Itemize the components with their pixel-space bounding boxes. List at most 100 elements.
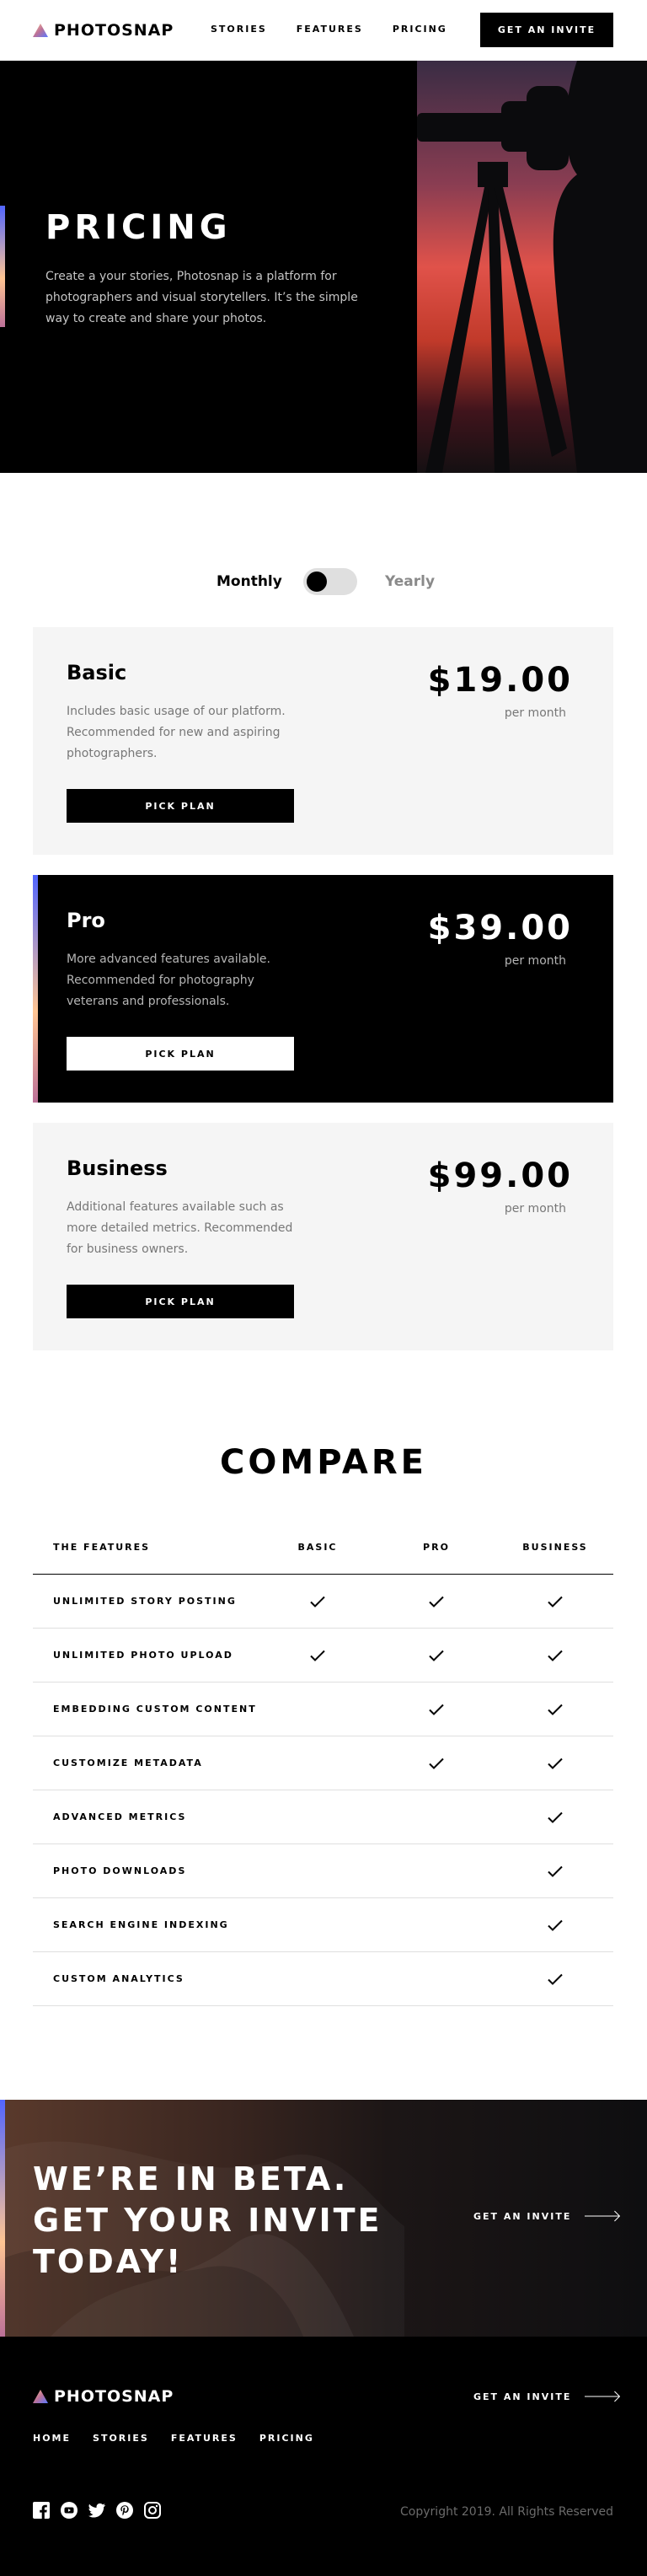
check-icon [310, 1650, 325, 1661]
plan-card-basic: Basic Includes basic usage of our platfo… [33, 627, 613, 855]
pick-plan-button[interactable]: PICK PLAN [67, 1037, 294, 1071]
header-basic: BASIC [297, 1541, 338, 1553]
twitter-icon[interactable] [88, 2502, 105, 2519]
toggle-label-yearly[interactable]: Yearly [385, 573, 435, 590]
cell-basic [275, 1844, 360, 1897]
footer-link-home[interactable]: HOME [33, 2433, 71, 2444]
cell-basic [275, 1952, 360, 2005]
card-accent-bar [33, 875, 38, 1103]
feature-name: ADVANCED METRICS [53, 1811, 187, 1822]
table-body: UNLIMITED STORY POSTING UNLIMITED PHOTO U… [33, 1575, 613, 2006]
beta-invite-label: GET AN INVITE [473, 2210, 572, 2222]
plan-card-business: Business Additional features available s… [33, 1123, 613, 1350]
plan-period: per month [504, 954, 566, 968]
cell-pro [394, 1844, 479, 1897]
beta-headline: WE’RE IN BETA. GET YOUR INVITE TODAY! [33, 2159, 387, 2283]
plan-description: More advanced features available. Recomm… [67, 953, 270, 1008]
check-icon [548, 1704, 563, 1715]
feature-name: SEARCH ENGINE INDEXING [53, 1919, 229, 1930]
nav-link-features[interactable]: FEATURES [297, 24, 363, 35]
logo-triangle-icon [33, 24, 48, 37]
brand-logo[interactable]: PHOTOSNAP [33, 21, 174, 40]
nav-link-pricing[interactable]: PRICING [393, 24, 447, 35]
cell-basic [275, 1898, 360, 1951]
check-icon [548, 1973, 563, 1985]
plan-card-pro: Pro More advanced features available. Re… [33, 875, 613, 1103]
header-pro: PRO [423, 1541, 450, 1553]
plan-name: Business [67, 1157, 168, 1180]
hero-photographer-image [417, 61, 647, 473]
table-row: PHOTO DOWNLOADS [33, 1844, 613, 1898]
toggle-label-monthly[interactable]: Monthly [217, 573, 282, 590]
plan-name: Basic [67, 661, 127, 684]
arrow-right-icon [585, 2391, 621, 2402]
pinterest-icon[interactable] [116, 2502, 133, 2519]
cell-pro [394, 1682, 479, 1736]
check-icon [429, 1704, 444, 1715]
cell-business [513, 1629, 597, 1682]
get-invite-button[interactable]: GET AN INVITE [480, 13, 613, 47]
feature-name: UNLIMITED STORY POSTING [53, 1596, 237, 1607]
feature-name: EMBEDDING CUSTOM CONTENT [53, 1704, 257, 1715]
cell-pro [394, 1952, 479, 2005]
hero-description: Create a your stories, Photosnap is a pl… [45, 270, 358, 325]
plan-description: Additional features available such as mo… [67, 1200, 293, 1256]
cell-business [513, 1898, 597, 1951]
nav-link-stories[interactable]: STORIES [211, 24, 267, 35]
top-nav: PHOTOSNAP STORIES FEATURES PRICING GET A… [0, 0, 647, 61]
copyright-text: Copyright 2019. All Rights Reserved [400, 2505, 613, 2519]
footer-link-stories[interactable]: STORIES [93, 2433, 149, 2444]
billing-toggle: Monthly Yearly [0, 566, 647, 597]
cell-pro [394, 1736, 479, 1790]
pick-plan-button[interactable]: PICK PLAN [67, 789, 294, 823]
cell-pro [394, 1575, 479, 1628]
beta-accent-bar [0, 2100, 5, 2337]
pick-plan-button[interactable]: PICK PLAN [67, 1285, 294, 1318]
table-header: THE FEATURES BASIC PRO BUSINESS [33, 1529, 613, 1575]
footer-logo[interactable]: PHOTOSNAP [33, 2387, 174, 2406]
table-row: CUSTOM ANALYTICS [33, 1952, 613, 2006]
plan-price: $39.00 [427, 909, 573, 947]
footer-link-pricing[interactable]: PRICING [259, 2433, 314, 2444]
beta-banner: WE’RE IN BETA. GET YOUR INVITE TODAY! GE… [0, 2100, 647, 2337]
header-business: BUSINESS [522, 1541, 588, 1553]
facebook-icon[interactable] [33, 2502, 50, 2519]
cell-basic [275, 1736, 360, 1790]
plan-period: per month [504, 1202, 566, 1216]
instagram-icon[interactable] [144, 2502, 161, 2519]
check-icon [548, 1650, 563, 1661]
feature-name: CUSTOMIZE METADATA [53, 1758, 203, 1768]
cell-pro [394, 1790, 479, 1843]
plan-price: $19.00 [427, 661, 573, 700]
plan-period: per month [504, 706, 566, 720]
footer-links: HOME STORIES FEATURES PRICING [33, 2433, 336, 2444]
check-icon [548, 1919, 563, 1931]
table-row: EMBEDDING CUSTOM CONTENT [33, 1682, 613, 1736]
plan-name: Pro [67, 909, 105, 932]
cell-business [513, 1682, 597, 1736]
hero-accent-bar [0, 206, 5, 327]
compare-title: COMPARE [220, 1443, 427, 1482]
beta-headline-line: WE’RE IN BETA. [33, 2160, 349, 2198]
compare-table: THE FEATURES BASIC PRO BUSINESS UNLIMITE… [33, 1529, 613, 2006]
feature-name: PHOTO DOWNLOADS [53, 1865, 187, 1876]
youtube-icon[interactable] [61, 2502, 78, 2519]
cell-basic [275, 1575, 360, 1628]
table-row: CUSTOMIZE METADATA [33, 1736, 613, 1790]
brand-name: PHOTOSNAP [54, 21, 174, 40]
cell-basic [275, 1682, 360, 1736]
billing-switch[interactable] [303, 568, 357, 595]
table-row: ADVANCED METRICS [33, 1790, 613, 1844]
cell-business [513, 1736, 597, 1790]
switch-knob [307, 572, 327, 592]
check-icon [310, 1596, 325, 1607]
check-icon [548, 1758, 563, 1769]
footer-link-features[interactable]: FEATURES [171, 2433, 238, 2444]
footer-invite-link[interactable]: GET AN INVITE [473, 2391, 621, 2402]
cell-business [513, 1952, 597, 2005]
nav-links: STORIES FEATURES PRICING [211, 24, 477, 35]
beta-invite-link[interactable]: GET AN INVITE [473, 2210, 621, 2222]
cell-basic [275, 1629, 360, 1682]
cell-basic [275, 1790, 360, 1843]
header-features: THE FEATURES [53, 1541, 151, 1553]
